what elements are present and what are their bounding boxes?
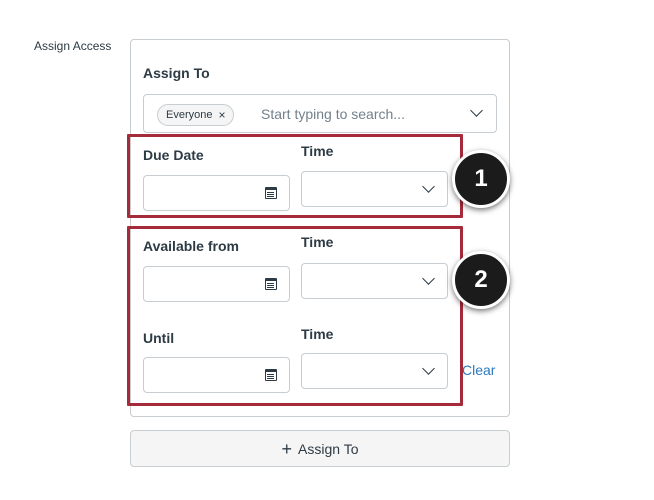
availability-highlight <box>127 226 463 406</box>
plus-icon: + <box>281 438 293 459</box>
clear-link[interactable]: Clear <box>462 362 495 378</box>
assign-access-label: Assign Access <box>34 39 112 53</box>
close-icon[interactable]: × <box>218 108 225 122</box>
chevron-down-icon[interactable] <box>470 104 483 117</box>
search-input[interactable]: Start typing to search... <box>261 106 405 122</box>
callout-badge-1: 1 <box>452 150 510 208</box>
assign-to-label: Assign To <box>143 65 210 81</box>
due-date-highlight <box>127 134 463 218</box>
add-assign-to-label: Assign To <box>298 440 359 457</box>
callout-badge-2: 2 <box>452 251 510 309</box>
assign-to-combobox[interactable]: Everyone × Start typing to search... <box>143 94 497 133</box>
tag-label: Everyone <box>166 109 213 121</box>
add-assign-to-button[interactable]: + Assign To <box>130 430 510 467</box>
everyone-tag[interactable]: Everyone × <box>157 104 234 126</box>
